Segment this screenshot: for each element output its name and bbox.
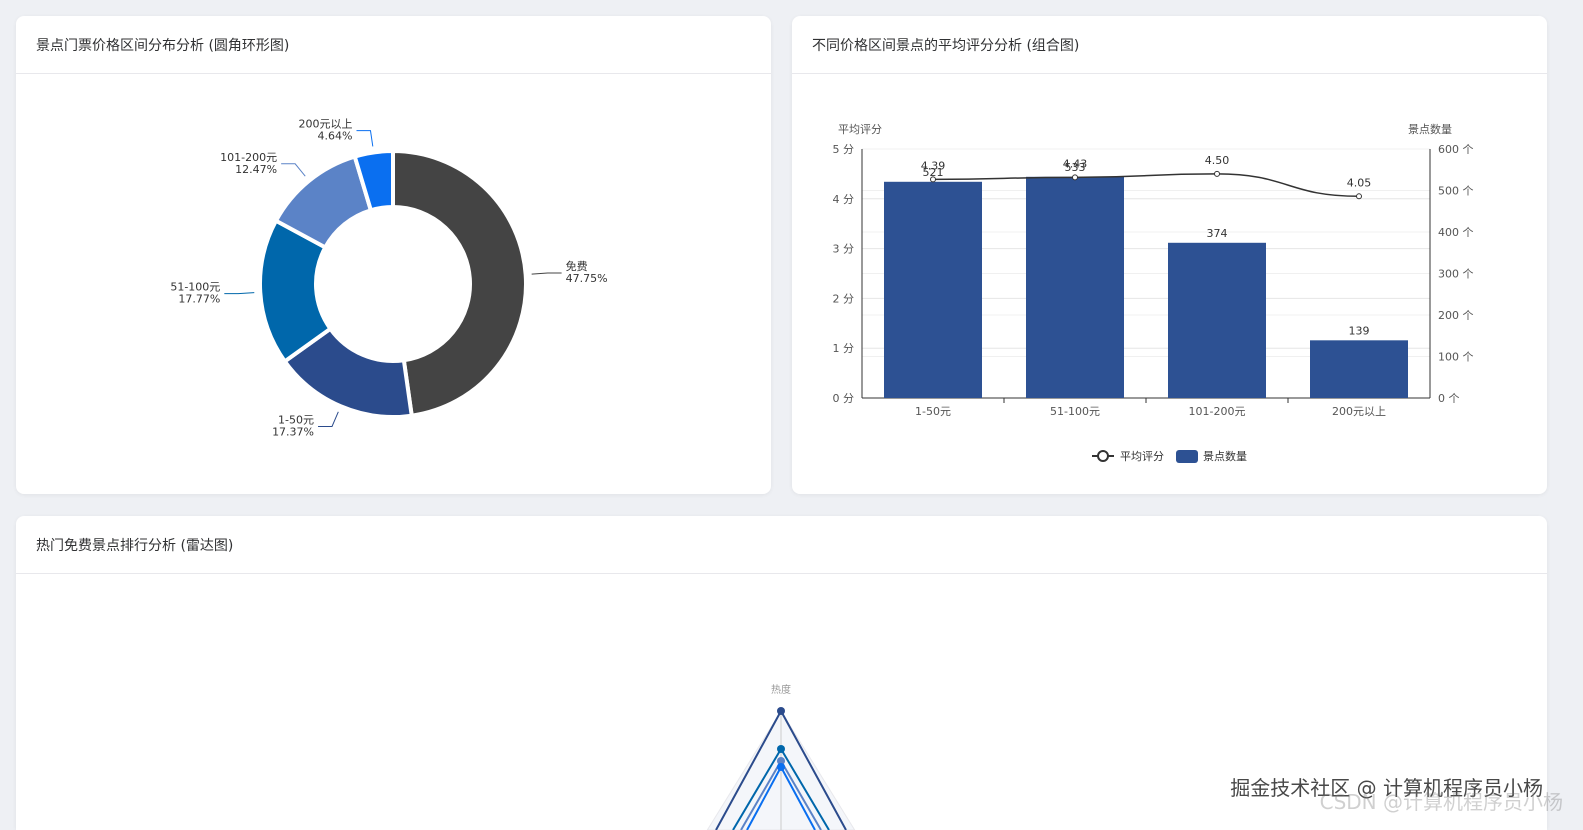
radar-point	[777, 707, 785, 715]
donut-label-percent: 4.64%	[318, 130, 353, 143]
right-axis-title: 景点数量	[1408, 123, 1452, 136]
bar	[884, 181, 982, 398]
donut-label-percent: 17.77%	[178, 293, 220, 306]
right-tick-label: 600 个	[1438, 143, 1474, 156]
right-tick-label: 500 个	[1438, 185, 1474, 198]
x-tick-label: 1-50元	[915, 405, 951, 418]
left-tick-label: 4 分	[833, 193, 855, 206]
line-value-label: 4.39	[921, 159, 946, 172]
donut-label-line	[531, 272, 562, 275]
left-tick-label: 0 分	[833, 392, 855, 405]
line-series	[932, 173, 1360, 198]
line-point	[1072, 174, 1078, 181]
right-tick-label: 0 个	[1438, 392, 1460, 405]
bar-value-label: 139	[1349, 324, 1370, 337]
donut-label-percent: 17.37%	[272, 426, 314, 439]
line-point	[1214, 170, 1220, 177]
donut-label-percent: 12.47%	[235, 163, 277, 176]
donut-label-name: 免费	[566, 259, 588, 273]
radar-card-title: 热门免费景点排行分析 (雷达图)	[16, 516, 1547, 574]
left-tick-label: 5 分	[833, 143, 855, 156]
bar	[1168, 242, 1266, 398]
legend-label-rating: 平均评分	[1120, 450, 1164, 463]
legend-bar-icon	[1176, 450, 1198, 463]
legend-label-count: 景点数量	[1203, 450, 1247, 463]
radar-point	[777, 763, 785, 771]
donut-label-line	[224, 292, 255, 295]
line-value-label: 4.05	[1347, 176, 1372, 189]
left-tick-label: 1 分	[833, 342, 855, 355]
right-tick-label: 400 个	[1438, 226, 1474, 239]
donut-chart: 免费47.75%1-50元17.37%51-100元17.77%101-200元…	[170, 118, 608, 439]
watermark-csdn: CSDN @计算机程序员小杨	[1319, 790, 1563, 814]
combo-card: 不同价格区间景点的平均评分分析 (组合图) 平均评分 景点数量 0 分1 分2 分3…	[792, 16, 1547, 494]
bar	[1310, 340, 1408, 398]
radar-point	[777, 745, 785, 753]
legend-line-marker	[1097, 450, 1109, 462]
x-tick-label: 51-100元	[1050, 405, 1100, 418]
line-value-label: 4.43	[1063, 157, 1088, 170]
radar-indicator-label: 热度	[771, 683, 791, 696]
line-point	[1356, 193, 1362, 200]
donut-label-line	[318, 411, 339, 428]
left-tick-label: 2 分	[833, 292, 855, 305]
donut-label-line	[356, 130, 374, 147]
right-tick-label: 300 个	[1438, 268, 1474, 281]
x-tick-label: 200元以上	[1332, 405, 1386, 418]
left-axis-title: 平均评分	[838, 123, 882, 136]
donut-card-title: 景点门票价格区间分布分析 (圆角环形图)	[16, 16, 771, 74]
bar-value-label: 374	[1207, 227, 1228, 240]
right-tick-label: 100 个	[1438, 351, 1474, 364]
bar	[1026, 176, 1124, 398]
donut-card: 景点门票价格区间分布分析 (圆角环形图) 免费 47.75% 1-50元 17.37%…	[16, 16, 771, 494]
x-tick-label: 101-200元	[1189, 405, 1246, 418]
donut-label-percent: 47.75%	[566, 272, 608, 285]
line-value-label: 4.50	[1205, 154, 1230, 167]
left-tick-label: 3 分	[833, 243, 855, 256]
donut-slice	[391, 149, 528, 418]
line-point	[930, 176, 936, 183]
combo-card-title: 不同价格区间景点的平均评分分析 (组合图)	[792, 16, 1547, 74]
combo-chart: 平均评分 景点数量0 分1 分2 分3 分4 分5 分0 个100 个200 个3…	[833, 123, 1474, 463]
right-tick-label: 200 个	[1438, 309, 1474, 322]
donut-label-line	[281, 163, 306, 177]
